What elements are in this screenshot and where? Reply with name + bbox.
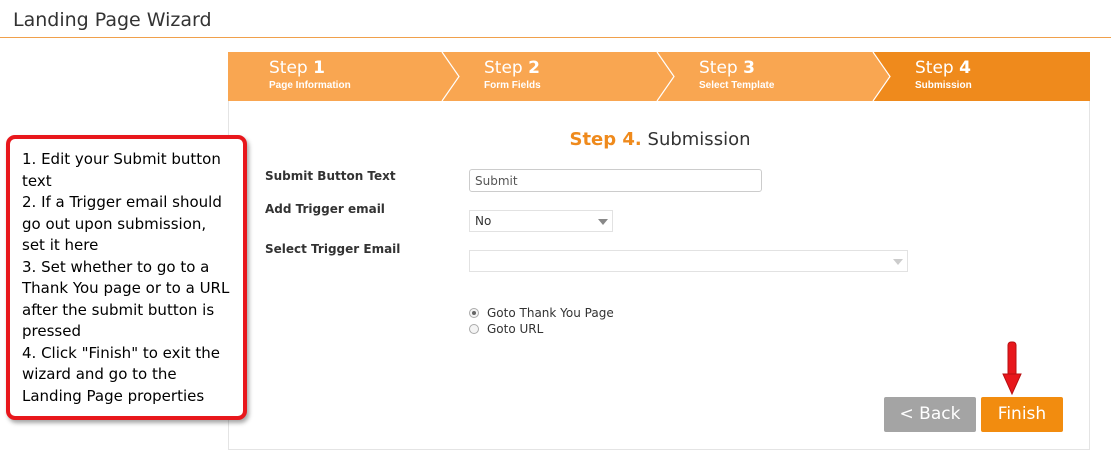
chevron-down-icon [598, 219, 608, 225]
trigger-email-value: No [475, 214, 492, 228]
step-3-label: Select Template [699, 80, 775, 91]
section-title: Step 4. Submission [229, 129, 1091, 150]
step-4-label: Submission [915, 80, 972, 91]
red-arrow-down-icon [1002, 341, 1022, 396]
callout-line-4: 4. Click "Finish" to exit the wizard and… [22, 343, 220, 405]
finish-button[interactable]: Finish [981, 397, 1063, 432]
radio-goto-url[interactable]: Goto URL [469, 322, 543, 336]
select-trigger-email-dropdown[interactable] [469, 250, 908, 272]
step-2-shape[interactable] [442, 52, 674, 101]
step-4-word: Step [915, 58, 954, 78]
step-4-number: 4 [959, 58, 971, 78]
step-1[interactable]: Step 1 Page Information [269, 58, 351, 91]
step-4-shape[interactable] [873, 52, 1090, 101]
callout-line-3: 3. Set whether to go to a Thank You page… [22, 257, 230, 341]
submit-text-label: Submit Button Text [265, 169, 396, 183]
back-button[interactable]: < Back [884, 397, 976, 432]
page-title: Landing Page Wizard [13, 9, 212, 31]
step-4[interactable]: Step 4 Submission [915, 58, 972, 91]
section-step-title: Submission [647, 129, 751, 150]
step-2[interactable]: Step 2 Form Fields [484, 58, 541, 91]
step-3[interactable]: Step 3 Select Template [699, 58, 774, 91]
chevron-down-icon [893, 259, 903, 265]
step-2-word: Step [484, 58, 523, 78]
callout-line-2: 2. If a Trigger email should go out upon… [22, 193, 222, 254]
select-trigger-email-label: Select Trigger Email [265, 242, 401, 256]
radio-button[interactable] [469, 324, 479, 334]
radio-thank-you-label: Goto Thank You Page [487, 306, 614, 320]
step-3-word: Step [699, 58, 738, 78]
wizard-steps: Step 1 Page Information Step 2 Form Fiel… [228, 52, 1090, 101]
step-2-number: 2 [528, 58, 540, 78]
step-1-number: 1 [313, 58, 325, 78]
instruction-callout: 1. Edit your Submit button text 2. If a … [6, 135, 247, 420]
step-2-label: Form Fields [484, 80, 541, 91]
step-3-number: 3 [743, 58, 755, 78]
section-step-number: Step 4. [569, 129, 642, 150]
submit-text-input[interactable] [469, 169, 762, 192]
step-1-label: Page Information [269, 80, 351, 91]
wizard-panel: Step 1 Page Information Step 2 Form Fiel… [228, 52, 1090, 450]
radio-thank-you-page[interactable]: Goto Thank You Page [469, 306, 614, 320]
step-1-word: Step [269, 58, 308, 78]
radio-goto-url-label: Goto URL [487, 322, 544, 336]
page-header: Landing Page Wizard [0, 0, 1111, 38]
trigger-email-select[interactable]: No [469, 210, 613, 232]
callout-line-1: 1. Edit your Submit button text [22, 150, 221, 190]
trigger-email-label: Add Trigger email [265, 202, 385, 216]
radio-button-checked[interactable] [469, 308, 479, 318]
